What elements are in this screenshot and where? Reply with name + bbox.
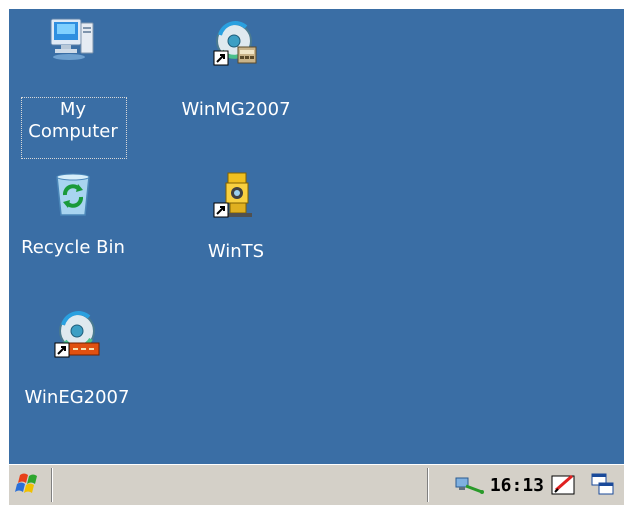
icon-label-line1: My [59,99,87,120]
desktop: My Computer WinMG2007 Recycle Bin WinTS … [9,9,624,464]
taskbar-separator [51,468,52,502]
icon-label-line2: Computer [28,121,118,142]
winmg2007-icon [213,21,257,66]
taskbar: 16:13 [9,464,624,505]
total-station-icon [213,172,252,218]
desktop-icon-wints[interactable]: WinTS [176,171,296,281]
desktop-switch-icon[interactable] [590,472,616,498]
desktop-icon-winmg2007[interactable]: WinMG2007 [176,19,296,129]
input-panel-icon[interactable] [550,472,578,498]
desktop-icon-wineg2007[interactable]: WinEG2007 [17,311,137,421]
clock[interactable]: 16:13 [490,475,544,496]
screen: My Computer WinMG2007 Recycle Bin WinTS … [9,9,624,505]
computer-icon [50,18,94,60]
desktop-icon-recycle-bin[interactable]: Recycle Bin [13,171,133,281]
desktop-icon-my-computer[interactable]: My Computer [13,15,133,159]
wineg2007-icon [54,311,100,358]
recycle-bin-icon [56,173,90,216]
icon-label: Recycle Bin [21,237,125,258]
icon-label: WinEG2007 [24,387,130,408]
network-icon[interactable] [454,474,484,496]
icon-label: WinTS [207,241,265,262]
windows-flag-icon [15,473,37,493]
system-tray: 16:13 [454,469,578,501]
start-button[interactable] [12,469,48,501]
icon-label: WinMG2007 [181,99,291,120]
tray-separator [427,468,428,502]
